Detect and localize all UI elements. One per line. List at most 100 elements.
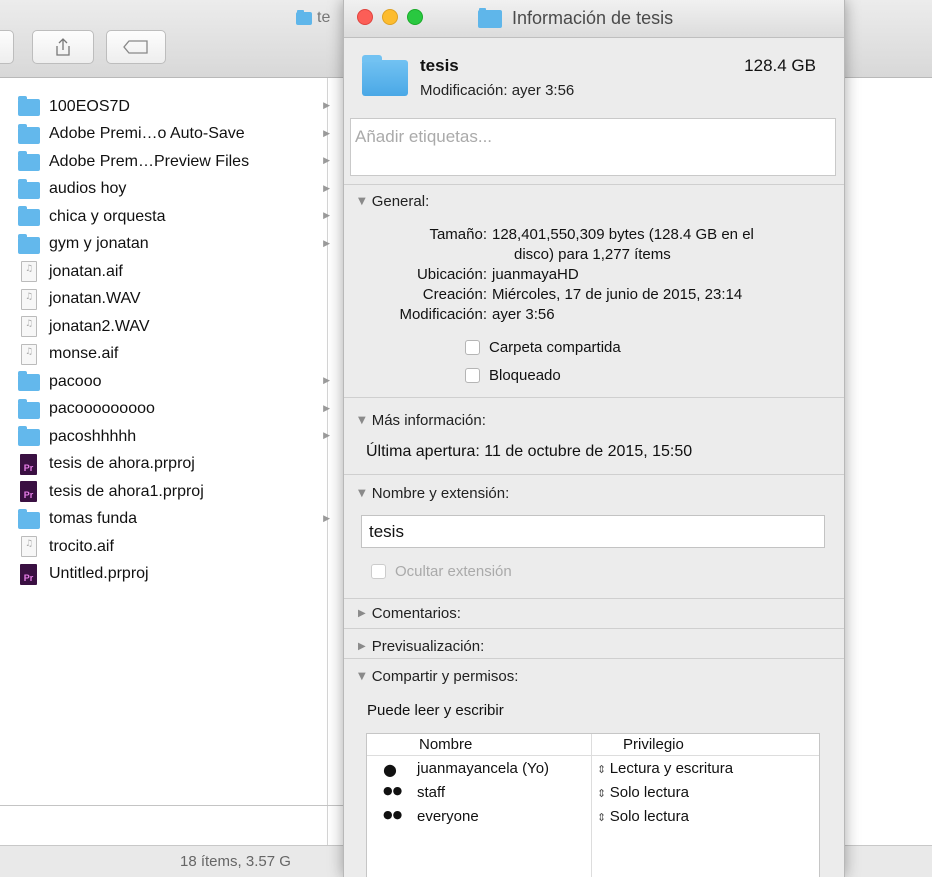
disclosure-arrow-icon[interactable]: ▶ xyxy=(323,184,330,194)
sharing-title: Compartir y permisos: xyxy=(371,668,519,685)
permission-row[interactable]: ● juanmayancela (Yo) ⇕ Lectura y escritura xyxy=(367,758,819,782)
hide-extension-label: Ocultar extensión xyxy=(395,563,512,580)
file-row[interactable]: Adobe Prem…Preview Files ▶ xyxy=(18,148,340,176)
modified-value: ayer 3:56 xyxy=(511,82,575,99)
locked-label: Bloqueado xyxy=(489,367,561,384)
file-row[interactable]: pacooooooooo ▶ xyxy=(18,396,340,424)
comments-header[interactable]: ▶ Comentarios: xyxy=(358,605,461,622)
window-title-text: Información de tesis xyxy=(512,8,674,28)
file-row[interactable]: Adobe Premi…o Auto-Save ▶ xyxy=(18,121,340,149)
disclosure-arrow-icon[interactable]: ▶ xyxy=(323,514,330,524)
file-row[interactable]: gym y jonatan ▶ xyxy=(18,231,340,259)
file-row[interactable]: Pr tesis de ahora.prproj xyxy=(18,451,340,479)
hide-extension-checkbox[interactable]: Ocultar extensión xyxy=(371,563,512,580)
more-info-section: ▼ Más información: Última apertura: 11 de… xyxy=(344,397,844,474)
file-row[interactable]: pacoshhhhh ▶ xyxy=(18,423,340,451)
permission-user-name: juanmayancela (Yo) xyxy=(417,760,550,777)
folder-icon xyxy=(18,371,40,392)
permission-user-name: everyone xyxy=(417,808,479,825)
close-button[interactable] xyxy=(357,9,373,25)
column-name[interactable]: Nombre xyxy=(419,736,472,753)
privilege-value: Solo lectura xyxy=(609,784,689,801)
checkbox-box[interactable] xyxy=(465,340,480,355)
folder-icon xyxy=(18,206,40,227)
modified-label: Modificación: xyxy=(399,306,487,323)
audio-file-icon xyxy=(21,261,37,283)
privilege-popup[interactable]: ⇕ Lectura y escritura xyxy=(597,760,733,777)
file-name: trocito.aif xyxy=(49,537,114,555)
item-size: 128.4 GB xyxy=(744,56,816,75)
preview-header[interactable]: ▶ Previsualización: xyxy=(358,638,484,655)
folder-icon xyxy=(18,398,40,419)
privilege-popup[interactable]: ⇕ Solo lectura xyxy=(597,808,689,825)
file-row[interactable]: Pr tesis de ahora1.prproj xyxy=(18,478,340,506)
shared-folder-checkbox[interactable]: Carpeta compartida xyxy=(465,339,621,356)
file-row[interactable]: tomas funda ▶ xyxy=(18,506,340,534)
privilege-popup[interactable]: ⇕ Solo lectura xyxy=(597,784,689,801)
window-title: Información de tesis xyxy=(478,7,674,29)
permission-row[interactable]: ●● staff ⇕ Solo lectura xyxy=(367,782,819,806)
name-field[interactable]: tesis xyxy=(361,515,825,548)
folder-icon xyxy=(296,9,312,25)
file-name: tesis de ahora.prproj xyxy=(49,455,195,473)
info-header: tesis 128.4 GB Modificación: ayer 3:56 xyxy=(344,38,844,113)
more-info-header[interactable]: ▼ Más información: xyxy=(358,412,486,429)
disclosure-arrow-icon[interactable]: ▶ xyxy=(323,404,330,414)
column-privilege[interactable]: Privilegio xyxy=(623,736,684,753)
share-button[interactable] xyxy=(32,30,94,64)
item-modified: Modificación: ayer 3:56 xyxy=(420,82,574,99)
info-window: Información de tesis tesis 128.4 GB Modi… xyxy=(343,0,845,877)
minimize-button[interactable] xyxy=(382,9,398,25)
checkbox-box[interactable] xyxy=(371,564,386,579)
premiere-file-icon: Pr xyxy=(20,481,37,503)
folder-icon xyxy=(478,7,502,28)
finder-title: te xyxy=(296,9,330,27)
locked-checkbox[interactable]: Bloqueado xyxy=(465,367,561,384)
disclosure-arrow-icon[interactable]: ▶ xyxy=(323,239,330,249)
disclosure-arrow-icon[interactable]: ▶ xyxy=(323,156,330,166)
permissions-header: Nombre Privilegio xyxy=(367,734,819,756)
file-name: monse.aif xyxy=(49,345,119,363)
disclosure-arrow-icon[interactable]: ▶ xyxy=(323,129,330,139)
file-name: jonatan2.WAV xyxy=(49,317,150,335)
file-name: tesis de ahora1.prproj xyxy=(49,482,204,500)
general-header[interactable]: ▼ General: xyxy=(358,193,429,210)
permission-user-name: staff xyxy=(417,784,446,801)
file-row[interactable]: monse.aif xyxy=(18,341,340,369)
file-row[interactable]: pacooo ▶ xyxy=(18,368,340,396)
file-row[interactable]: audios hoy ▶ xyxy=(18,176,340,204)
nav-button[interactable] xyxy=(0,30,14,64)
file-row[interactable]: Pr Untitled.prproj xyxy=(18,561,340,589)
disclosure-arrow-icon[interactable]: ▶ xyxy=(323,431,330,441)
file-row[interactable]: chica y orquesta ▶ xyxy=(18,203,340,231)
file-row[interactable]: jonatan.aif xyxy=(18,258,340,286)
disclosure-arrow-icon[interactable]: ▶ xyxy=(323,376,330,386)
tag-icon xyxy=(123,40,148,54)
status-text: 18 ítems, 3.57 G xyxy=(180,853,291,870)
file-row[interactable]: jonatan.WAV xyxy=(18,286,340,314)
created-value: Miércoles, 17 de junio de 2015, 23:14 xyxy=(492,286,743,303)
tags-field[interactable]: Añadir etiquetas... xyxy=(350,118,836,176)
info-titlebar[interactable]: Información de tesis xyxy=(344,0,844,38)
audio-file-icon xyxy=(21,343,37,365)
tag-button[interactable] xyxy=(106,30,166,64)
checkbox-box[interactable] xyxy=(465,368,480,383)
size-label: Tamaño: xyxy=(429,226,487,243)
file-name: pacoshhhhh xyxy=(49,427,137,445)
more-info-title: Más información: xyxy=(371,412,486,429)
file-row[interactable]: jonatan2.WAV xyxy=(18,313,340,341)
disclosure-arrow-icon[interactable]: ▶ xyxy=(323,101,330,111)
disclosure-arrow-icon[interactable]: ▶ xyxy=(323,211,330,221)
audio-file-icon xyxy=(21,536,37,558)
size-value-2: disco) para 1,277 ítems xyxy=(514,246,671,263)
permission-row[interactable]: ●● everyone ⇕ Solo lectura xyxy=(367,806,819,830)
name-extension-header[interactable]: ▼ Nombre y extensión: xyxy=(358,485,509,502)
file-row[interactable]: 100EOS7D ▶ xyxy=(18,93,340,121)
sharing-header[interactable]: ▼ Compartir y permisos: xyxy=(358,668,518,685)
comments-title: Comentarios: xyxy=(371,605,461,622)
user-icon: ● xyxy=(383,760,397,779)
file-row[interactable]: trocito.aif xyxy=(18,533,340,561)
audio-file-icon xyxy=(21,288,37,310)
zoom-button[interactable] xyxy=(407,9,423,25)
group-icon: ●● xyxy=(383,784,403,797)
